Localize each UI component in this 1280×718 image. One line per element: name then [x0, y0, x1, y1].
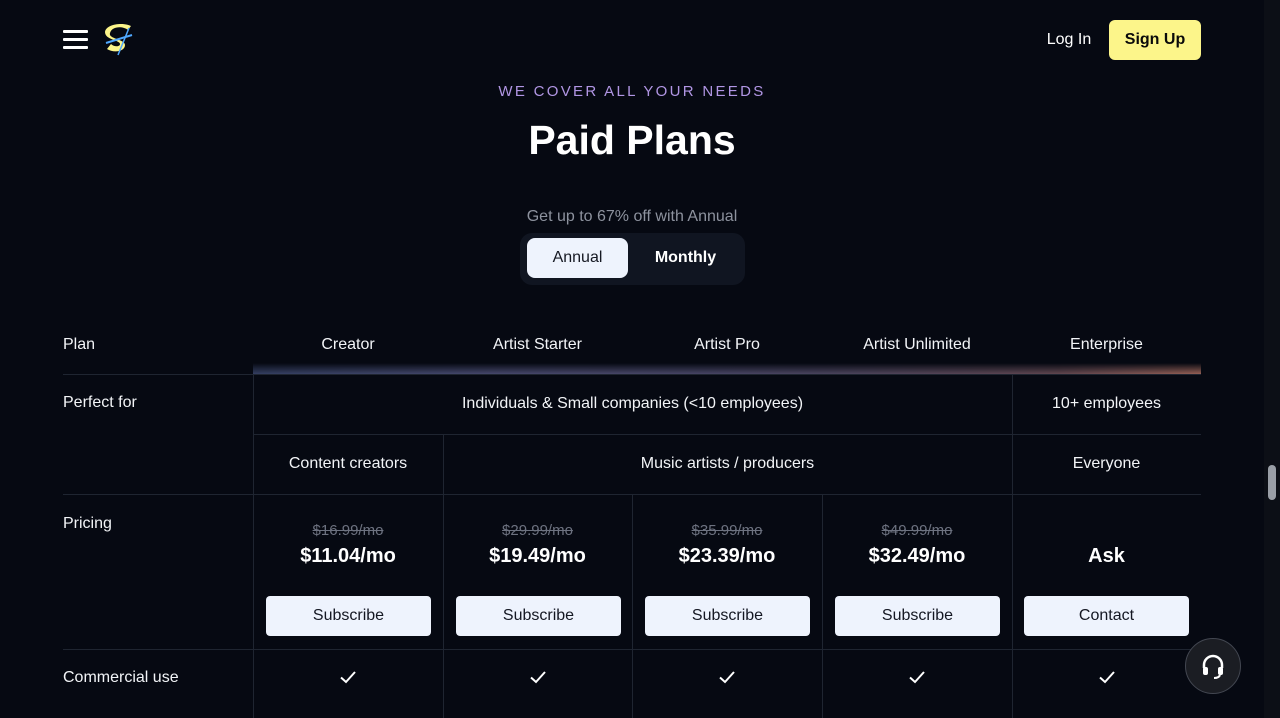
subscribe-artist-pro-button[interactable]: Subscribe	[645, 596, 810, 636]
perfect-for-label: Perfect for	[63, 394, 137, 411]
old-price-artist-unlimited: $49.99/mo	[881, 522, 953, 539]
price-artist-pro: $23.39/mo	[678, 545, 776, 567]
checkmark-icon	[1099, 671, 1115, 684]
audience-content-creators: Content creators	[288, 455, 408, 472]
old-price-artist-pro: $35.99/mo	[691, 522, 763, 539]
signup-button[interactable]: Sign Up	[1109, 20, 1201, 60]
checkmark-icon	[719, 671, 735, 684]
price-artist-unlimited: $32.49/mo	[868, 545, 966, 567]
annual-discount-note: Get up to 67% off with Annual	[526, 208, 738, 225]
logo-s-icon[interactable]	[103, 23, 135, 57]
commercial-use-label: Commercial use	[63, 669, 179, 686]
checkmark-icon	[340, 671, 356, 684]
toggle-annual[interactable]: Annual	[527, 238, 628, 278]
scrollbar-thumb[interactable]	[1268, 465, 1276, 500]
toggle-monthly[interactable]: Monthly	[632, 238, 739, 278]
audience-everyone: Everyone	[1072, 455, 1141, 472]
old-price-artist-starter: $29.99/mo	[502, 522, 573, 539]
hamburger-icon[interactable]	[63, 29, 88, 51]
audience-individuals: Individuals & Small companies (<10 emplo…	[461, 395, 804, 412]
section-eyebrow: WE COVER ALL YOUR NEEDS	[498, 83, 766, 100]
price-enterprise: Ask	[1088, 545, 1125, 567]
headset-icon	[1202, 654, 1224, 679]
plan-header-creator: Creator	[321, 336, 375, 353]
billing-toggle: Annual Monthly	[520, 233, 745, 285]
contact-enterprise-button[interactable]: Contact	[1024, 596, 1189, 636]
page-title: Paid Plans	[528, 117, 736, 163]
audience-music-artists: Music artists / producers	[640, 455, 815, 472]
subscribe-creator-button[interactable]: Subscribe	[266, 596, 431, 636]
subscribe-artist-unlimited-button[interactable]: Subscribe	[835, 596, 1000, 636]
plan-row-label: Plan	[63, 336, 96, 353]
old-price-creator: $16.99/mo	[312, 522, 384, 539]
plan-header-gradient	[253, 363, 1201, 374]
checkmark-icon	[530, 671, 546, 684]
price-creator: $11.04/mo	[300, 545, 396, 567]
page-scrollbar[interactable]	[1264, 0, 1280, 718]
plan-header-artist-starter: Artist Starter	[493, 336, 582, 353]
pricing-label: Pricing	[63, 515, 112, 532]
plan-header-enterprise: Enterprise	[1070, 336, 1143, 353]
plan-header-artist-unlimited: Artist Unlimited	[863, 336, 971, 353]
support-chat-button[interactable]	[1185, 638, 1241, 694]
login-link[interactable]: Log In	[1034, 20, 1104, 60]
plan-header-artist-pro: Artist Pro	[694, 336, 760, 353]
subscribe-artist-starter-button[interactable]: Subscribe	[456, 596, 621, 636]
checkmark-icon	[909, 671, 925, 684]
audience-enterprise: 10+ employees	[1052, 395, 1161, 412]
price-artist-starter: $19.49/mo	[489, 545, 586, 567]
